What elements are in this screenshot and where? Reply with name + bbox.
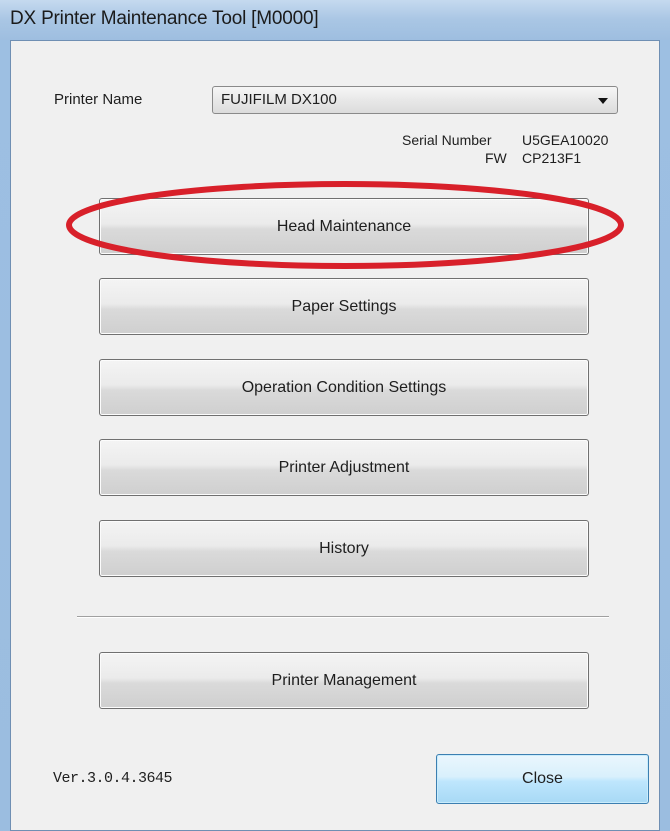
printer-adjustment-label: Printer Adjustment: [278, 458, 410, 476]
printer-name-value: FUJIFILM DX100: [221, 91, 337, 108]
paper-settings-label: Paper Settings: [291, 297, 397, 315]
version-label: Ver.3.0.4.3645: [53, 770, 173, 787]
serial-number-label: Serial Number: [402, 132, 492, 148]
printer-name-dropdown[interactable]: FUJIFILM DX100: [212, 86, 618, 114]
printer-adjustment-button[interactable]: Printer Adjustment: [99, 439, 589, 496]
fw-value: CP213F1: [522, 150, 582, 166]
fw-label: FW: [485, 150, 507, 166]
dropdown-arrow-icon[interactable]: [598, 98, 608, 104]
window-title: DX Printer Maintenance Tool [M0000]: [10, 8, 319, 29]
serial-number-value: U5GEA10020: [522, 132, 609, 148]
separator-line: [77, 616, 609, 618]
paper-settings-button[interactable]: Paper Settings: [99, 278, 589, 335]
title-bar[interactable]: DX Printer Maintenance Tool [M0000]: [0, 0, 670, 40]
head-maintenance-button[interactable]: Head Maintenance: [99, 198, 589, 255]
history-button[interactable]: History: [99, 520, 589, 577]
printer-management-label: Printer Management: [271, 671, 417, 689]
operation-condition-settings-button[interactable]: Operation Condition Settings: [99, 359, 589, 416]
close-button[interactable]: Close: [436, 754, 649, 804]
close-label: Close: [522, 770, 563, 787]
printer-management-button[interactable]: Printer Management: [99, 652, 589, 709]
operation-condition-settings-label: Operation Condition Settings: [241, 378, 447, 396]
app-window: DX Printer Maintenance Tool [M0000] Prin…: [0, 0, 670, 831]
history-label: History: [319, 539, 369, 557]
head-maintenance-label: Head Maintenance: [276, 217, 412, 235]
printer-name-label: Printer Name: [54, 91, 143, 108]
